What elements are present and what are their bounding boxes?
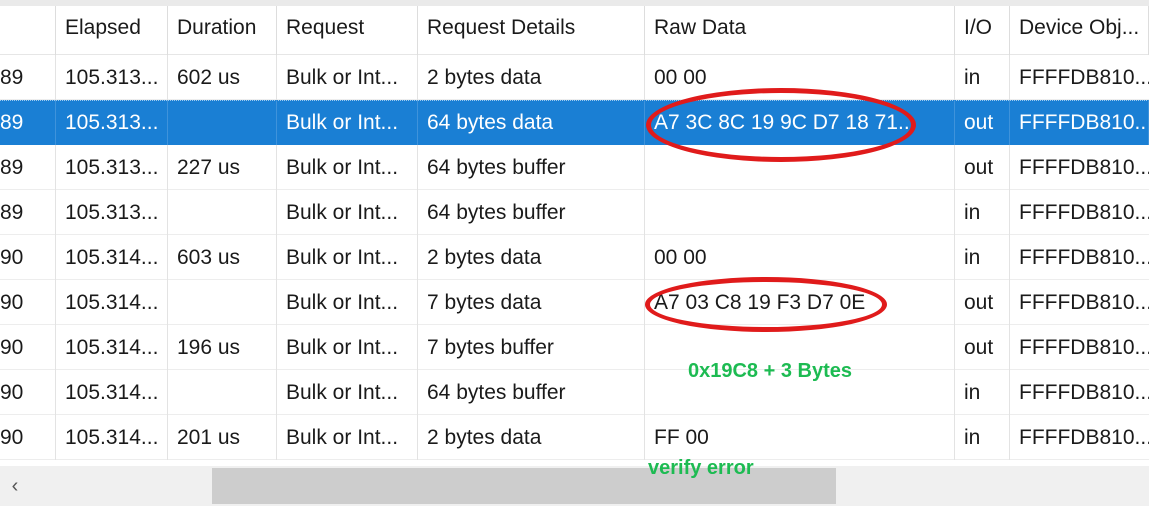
cell-request: Bulk or Int... [277,324,418,370]
cell-request-details: 2 bytes data [418,414,645,460]
cell-index: 90 [0,324,56,370]
cell-index: 90 [0,234,56,280]
cell-request: Bulk or Int... [277,234,418,280]
cell-raw-data [645,324,955,370]
column-header-request-details[interactable]: Request Details [418,0,645,55]
cell-raw-data: 00 00 [645,234,955,280]
trace-table[interactable]: Elapsed Duration Request Request Details… [0,0,1149,460]
column-header-request[interactable]: Request [277,0,418,55]
table-body[interactable]: 89 105.313... 602 us Bulk or Int... 2 bytes … [0,54,1149,460]
cell-index: 89 [0,189,56,235]
cell-request: Bulk or Int... [277,54,418,100]
cell-raw-data: 00 00 [645,54,955,100]
cell-request: Bulk or Int... [277,100,418,145]
cell-duration: 196 us [168,324,277,370]
cell-index: 90 [0,369,56,415]
column-header-raw-data[interactable]: Raw Data [645,0,955,55]
cell-raw-data [645,369,955,415]
cell-request-details: 2 bytes data [418,54,645,100]
scrollbar-thumb[interactable] [212,468,836,504]
table-row[interactable]: 90 105.314... Bulk or Int... 64 bytes buffe… [0,369,1149,415]
cell-index: 89 [0,54,56,100]
cell-device-object: FFFFDB810... [1019,65,1149,89]
cell-raw-data [645,189,955,235]
cell-duration [168,189,277,235]
cell-duration: 201 us [168,414,277,460]
cell-request: Bulk or Int... [277,279,418,325]
usb-trace-table-screen: Elapsed Duration Request Request Details… [0,0,1149,506]
table-row[interactable]: 90 105.314... 603 us Bulk or Int... 2 bytes … [0,234,1149,280]
cell-device-object: FFFFDB810... [1019,335,1149,359]
cell-io: out [955,100,1010,145]
cell-device-object: FFFFDB810... [1019,425,1149,449]
cell-duration: 602 us [168,54,277,100]
column-header-io[interactable]: I/O [955,0,1010,55]
cell-device-object: FFFFDB810... [1010,100,1149,145]
cell-raw-data: A7 03 C8 19 F3 D7 0E [645,279,955,325]
table-row[interactable]: 90 105.314... Bulk or Int... 7 bytes data A7… [0,279,1149,325]
cell-elapsed: 105.314... [56,369,168,415]
cell-index: 89 [0,144,56,190]
cell-device-object: FFFFDB810... [1019,155,1149,179]
table-row[interactable]: 90 105.314... 196 us Bulk or Int... 7 bytes … [0,324,1149,370]
cell-io: in [955,234,1010,280]
cell-io: out [955,279,1010,325]
cell-device-object: FFFFDB810... [1019,380,1149,404]
cell-duration [168,369,277,415]
cell-device-object: FFFFDB810... [1019,290,1149,314]
cell-request-details: 2 bytes data [418,234,645,280]
cell-request-details: 64 bytes buffer [418,369,645,415]
cell-elapsed: 105.314... [56,279,168,325]
cell-request: Bulk or Int... [277,144,418,190]
cell-request: Bulk or Int... [277,189,418,235]
cell-request-details: 7 bytes buffer [418,324,645,370]
cell-index: 90 [0,414,56,460]
column-header-duration[interactable]: Duration [168,0,277,55]
cell-elapsed: 105.313... [56,189,168,235]
table-row[interactable]: 90 105.314... 201 us Bulk or Int... 2 bytes … [0,414,1149,460]
scroll-left-arrow-icon[interactable]: ‹ [0,466,30,506]
cell-elapsed: 105.314... [56,234,168,280]
cell-io: in [955,54,1010,100]
cell-index: 90 [0,279,56,325]
cell-request: Bulk or Int... [277,414,418,460]
cell-elapsed: 105.313... [56,100,168,145]
cell-io: out [955,324,1010,370]
cell-request-details: 7 bytes data [418,279,645,325]
cell-elapsed: 105.314... [56,414,168,460]
column-header-index[interactable] [0,0,56,55]
table-row[interactable]: 89 105.313... 602 us Bulk or Int... 2 bytes … [0,54,1149,100]
cell-request: Bulk or Int... [277,369,418,415]
table-header-row: Elapsed Duration Request Request Details… [0,0,1149,55]
table-row[interactable]: 89 105.313... Bulk or Int... 64 bytes buffe… [0,189,1149,235]
cell-io: out [955,144,1010,190]
cell-device-object: FFFFDB810... [1019,245,1149,269]
cell-index: 89 [0,100,56,145]
cell-raw-data [645,144,955,190]
cell-device-object: FFFFDB810... [1019,200,1149,224]
cell-raw-data: FF 00 [645,414,955,460]
column-header-device-object[interactable]: Device Obj... [1010,0,1149,55]
cell-elapsed: 105.313... [56,144,168,190]
header-top-strip [0,0,1149,6]
column-header-elapsed[interactable]: Elapsed [56,0,168,55]
cell-duration: 227 us [168,144,277,190]
cell-duration [168,279,277,325]
cell-request-details: 64 bytes buffer [418,189,645,235]
cell-io: in [955,189,1010,235]
cell-io: in [955,414,1010,460]
cell-duration: 603 us [168,234,277,280]
cell-request-details: 64 bytes buffer [418,144,645,190]
cell-raw-data: A7 3C 8C 19 9C D7 18 71... [645,100,955,145]
cell-request-details: 64 bytes data [418,100,645,145]
table-row[interactable]: 89 105.313... 227 us Bulk or Int... 64 bytes… [0,144,1149,190]
cell-io: in [955,369,1010,415]
cell-duration [168,100,277,145]
horizontal-scrollbar[interactable]: ‹ [0,466,1149,506]
table-row[interactable]: 89 105.313... Bulk or Int... 64 bytes data A… [0,100,1149,145]
cell-elapsed: 105.313... [56,54,168,100]
cell-elapsed: 105.314... [56,324,168,370]
